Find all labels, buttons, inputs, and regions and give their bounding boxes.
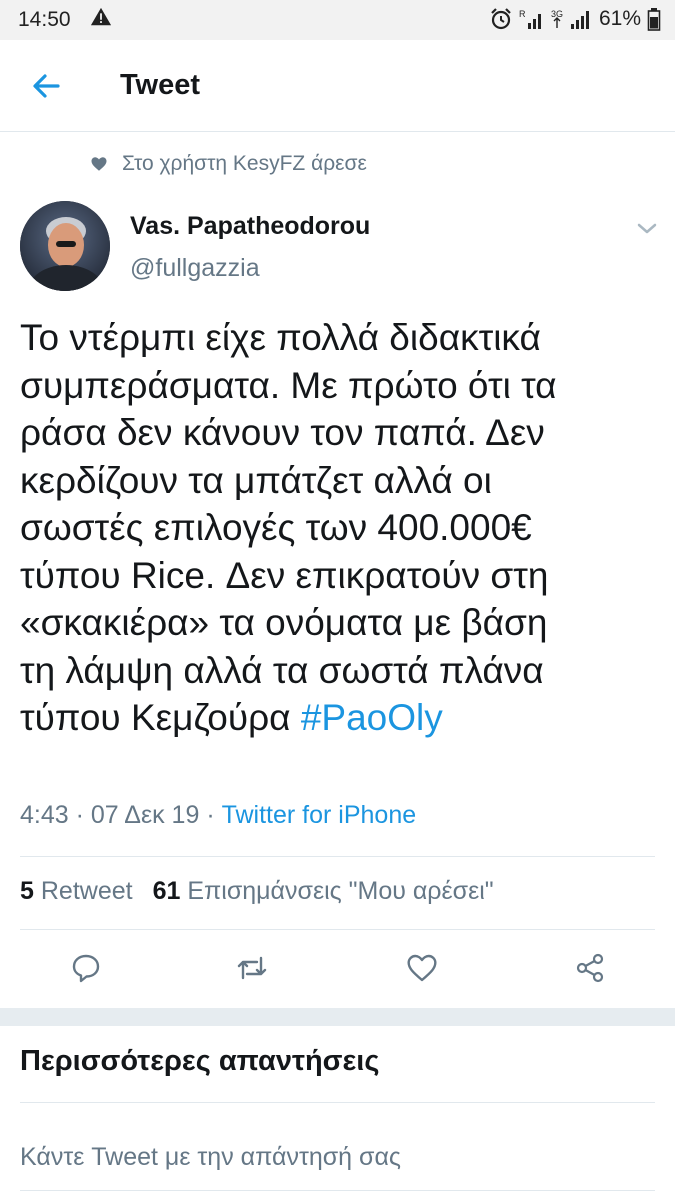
tweet-line: Το ντέρμπι είχε πολλά διδακτικά: [20, 317, 541, 358]
tweet-line: τη λάμψη αλλά τα σωστά πλάνα: [20, 649, 544, 691]
like-count: 61: [152, 877, 181, 905]
status-indicators: R 3G 61%: [489, 7, 661, 31]
tweet-time: 4:43: [20, 801, 69, 829]
signal-r-icon: R: [519, 9, 541, 29]
social-context-text: Στο χρήστη KesyFZ άρεσε: [122, 152, 367, 175]
retweet-label: Retweet: [40, 877, 133, 905]
battery-icon: [647, 8, 661, 31]
replies-heading: Περισσότερες απαντήσεις: [20, 1045, 380, 1077]
author-handle[interactable]: @fullgazzia: [130, 254, 260, 283]
divider: [20, 1190, 655, 1191]
author-name[interactable]: Vas. Papatheodorou: [130, 212, 370, 241]
status-bar: 14:50 R 3G 61%: [0, 0, 675, 40]
app-bar: Tweet: [0, 40, 675, 132]
tweet-line: σωστές επιλογές των 400.000€: [20, 507, 532, 548]
alarm-icon: [491, 8, 511, 30]
retweet-stat[interactable]: 5 Retweet: [20, 877, 133, 906]
retweet-button[interactable]: [234, 950, 270, 986]
tweet-line: κερδίζουν τα μπάτζετ αλλά οι: [20, 459, 492, 501]
social-context: Στο χρήστη KesyFZ άρεσε: [90, 152, 367, 176]
reply-button[interactable]: [68, 950, 104, 986]
tweet-line: συμπεράσματα. Με πρώτο ότι τα: [20, 364, 557, 406]
tweet-line-last: τύπου Κεμζούρα #PaoOly: [20, 694, 660, 742]
share-nodes-icon: [576, 953, 604, 983]
tweet-line: τύπου Κεμζούρα: [20, 697, 301, 738]
avatar[interactable]: [20, 201, 110, 291]
tweet-date: 07 Δεκ 19: [90, 801, 200, 829]
svg-text:R: R: [519, 9, 526, 19]
avatar-photo: [20, 201, 110, 291]
meta-separator: ·: [68, 801, 91, 829]
section-separator: [0, 1008, 675, 1026]
retweet-count: 5: [20, 877, 34, 905]
retweet-arrows-icon: [237, 956, 267, 980]
like-button[interactable]: [404, 950, 440, 986]
speech-bubble-icon: [72, 954, 100, 983]
chevron-down-icon[interactable]: [632, 216, 662, 240]
arrow-left-icon[interactable]: [24, 66, 68, 106]
tweet-stats: 5 Retweet 61 Επισημάνσεις "Μου αρέσει": [20, 877, 494, 906]
heart-filled-icon: [91, 157, 107, 171]
tweet-line: ράσα δεν κάνουν τον παπά. Δεν: [20, 412, 545, 453]
share-button[interactable]: [572, 950, 608, 986]
like-stat[interactable]: 61 Επισημάνσεις "Μου αρέσει": [153, 877, 494, 906]
meta-separator: ·: [199, 801, 222, 829]
divider: [20, 856, 655, 857]
reply-input[interactable]: Κάντε Tweet με την απάντησή σας: [20, 1143, 401, 1172]
tweet-source-link[interactable]: Twitter for iPhone: [222, 801, 417, 829]
battery-percent: 61%: [598, 7, 641, 30]
hashtag-link[interactable]: #PaoOly: [301, 697, 443, 738]
tweet-text: Το ντέρμπι είχε πολλά διδακτικά συμπεράσ…: [20, 314, 660, 742]
divider: [20, 929, 655, 930]
page-title: Tweet: [120, 69, 201, 101]
tweet-meta: 4:43 · 07 Δεκ 19 · Twitter for iPhone: [20, 801, 416, 830]
status-time: 14:50: [18, 8, 71, 31]
warning-icon: [90, 7, 112, 26]
tweet-line: «σκακιέρα» τα ονόματα με βάση: [20, 602, 548, 643]
tweet-line: τύπου Rice. Δεν επικρατούν στη: [20, 554, 549, 596]
like-label: Επισημάνσεις "Μου αρέσει": [187, 877, 494, 905]
heart-outline-icon: [407, 954, 437, 982]
divider: [20, 1102, 655, 1103]
signal-3g-icon: 3G: [551, 9, 589, 29]
